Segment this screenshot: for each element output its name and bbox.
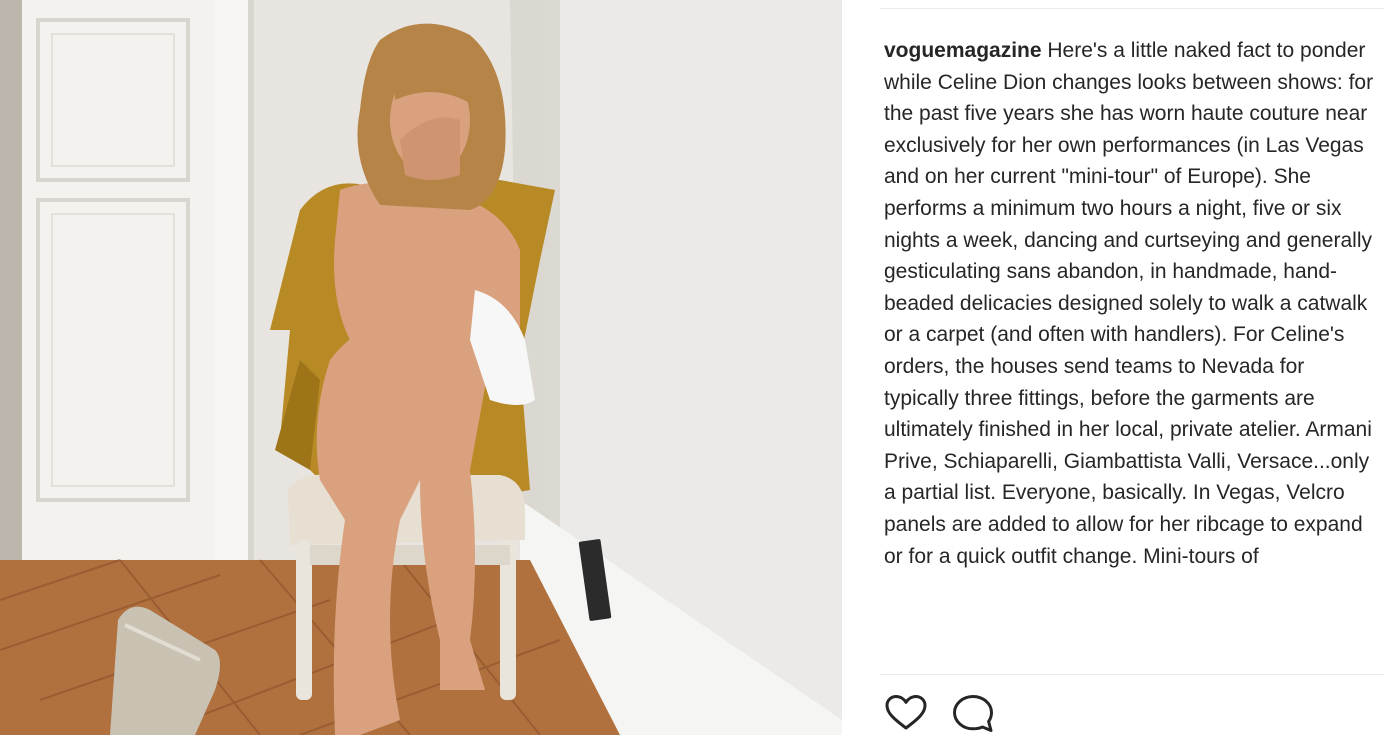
speech-bubble-icon [953, 695, 993, 732]
username-link[interactable]: voguemagazine [884, 39, 1042, 62]
post-caption: voguemagazine Here's a little naked fact… [884, 35, 1374, 675]
post-photo[interactable] [0, 0, 842, 735]
comment-button[interactable] [952, 694, 996, 734]
post-photo-illustration [0, 0, 842, 735]
heart-outline-icon [885, 695, 927, 730]
top-divider [880, 8, 1384, 9]
like-button[interactable] [884, 694, 928, 734]
caption-text: Here's a little naked fact to ponder whi… [884, 39, 1374, 568]
actions-divider [880, 674, 1384, 675]
post-details-panel: voguemagazine Here's a little naked fact… [842, 0, 1400, 735]
